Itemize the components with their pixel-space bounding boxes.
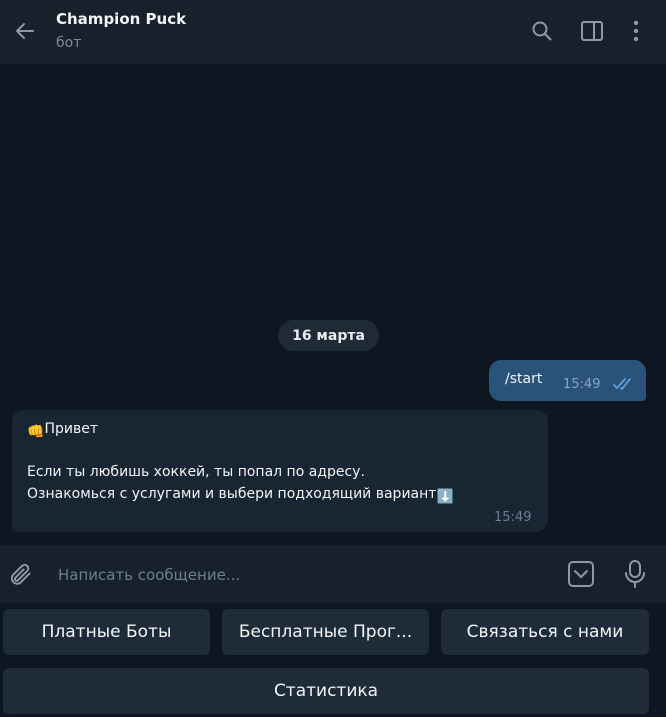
voice-record-button[interactable] (620, 558, 650, 590)
sidebar-panel-icon (581, 21, 603, 41)
keyboard-button-paid-bots[interactable]: Платные Боты (3, 609, 210, 655)
date-separator: 16 марта (278, 320, 379, 351)
message-time: 15:49 (494, 510, 532, 525)
back-button[interactable] (10, 16, 40, 46)
keyboard-button-statistics[interactable]: Статистика (3, 668, 649, 714)
bot-keyboard-toggle[interactable] (566, 559, 596, 589)
message-input[interactable] (56, 559, 540, 591)
incoming-message[interactable]: 👊Привет Если ты любишь хоккей, ты попал … (12, 410, 548, 532)
attach-button[interactable] (6, 559, 36, 589)
greeting-text: Привет (44, 421, 98, 437)
fist-bump-emoji: 👊 (27, 424, 45, 440)
arrow-left-icon (16, 23, 34, 39)
down-arrow-emoji: ⬇️ (436, 489, 454, 505)
message-line-greeting: 👊Привет (27, 421, 98, 440)
more-menu-button[interactable] (622, 17, 650, 45)
message-line-3: Ознакомься с услугами и выбери подходящи… (27, 486, 454, 505)
bot-reply-keyboard: Платные Боты Бесплатные Прог... Связатьс… (0, 603, 666, 717)
chat-header: Champion Puck бот (0, 0, 666, 64)
bot-keyboard-icon (568, 561, 594, 587)
keyboard-button-free-programs[interactable]: Бесплатные Прог... (222, 609, 429, 655)
message-line-2: Если ты любишь хоккей, ты попал по адрес… (27, 464, 365, 480)
sidebar-toggle-button[interactable] (578, 17, 606, 45)
message-list[interactable]: 16 марта /start 15:49 👊Привет Если ты лю… (0, 64, 666, 545)
keyboard-button-contact-us[interactable]: Связаться с нами (441, 609, 649, 655)
search-icon (532, 21, 552, 41)
outgoing-message[interactable]: /start 15:49 (489, 360, 646, 401)
chat-subtitle: бот (56, 35, 82, 51)
more-vertical-icon (633, 20, 639, 42)
search-button[interactable] (528, 17, 556, 45)
chat-title[interactable]: Champion Puck (56, 10, 186, 28)
message-text: /start (505, 371, 543, 387)
message-time: 15:49 (563, 377, 601, 392)
double-check-icon (613, 378, 631, 391)
message-line-3-text: Ознакомься с услугами и выбери подходящи… (27, 486, 437, 502)
message-composer (0, 545, 666, 603)
paperclip-icon (10, 563, 31, 585)
microphone-icon (625, 560, 645, 588)
